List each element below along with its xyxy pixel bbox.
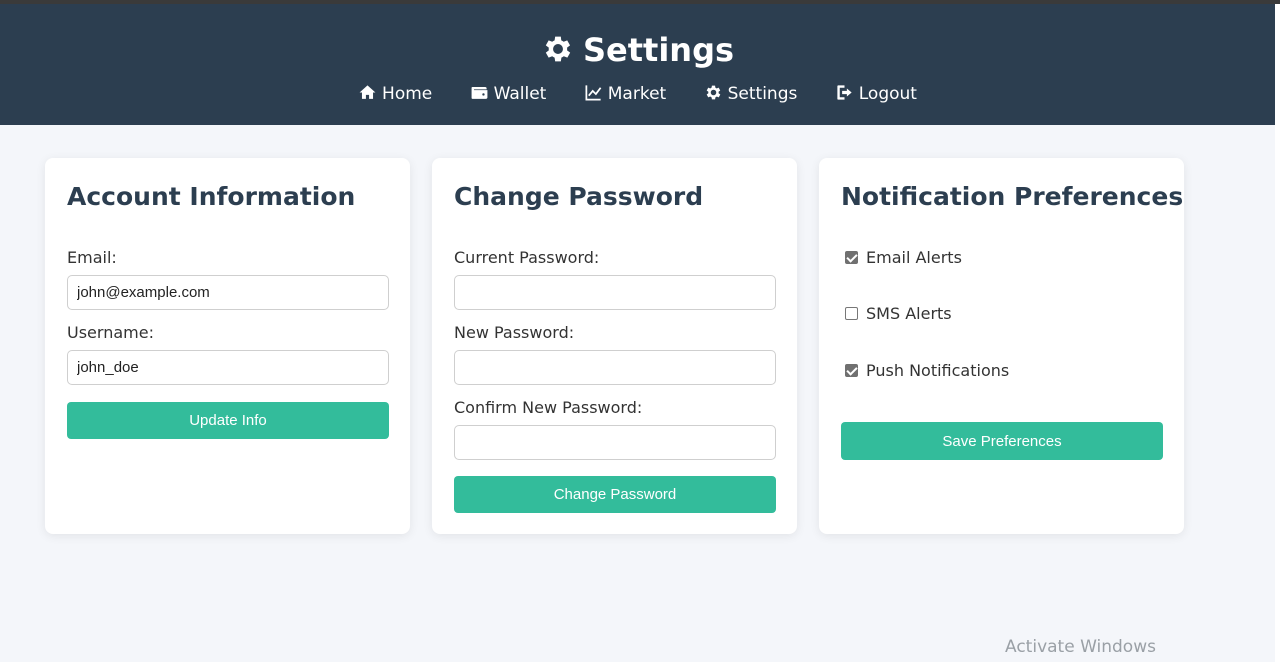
gear-icon <box>706 85 720 100</box>
wallet-icon <box>471 86 488 99</box>
home-icon <box>359 85 376 99</box>
nav-item-label: Logout <box>858 84 917 104</box>
push-notifications-checkbox[interactable] <box>845 364 858 377</box>
logout-icon <box>837 85 852 100</box>
nav-item-label: Market <box>607 84 667 104</box>
nav-item-label: Wallet <box>493 84 547 104</box>
nav-item-logout[interactable]: Logout <box>835 82 917 106</box>
notification-preferences-card: Notification Preferences Email Alerts SM… <box>819 158 1184 534</box>
confirm-password-label: Confirm New Password: <box>454 398 643 417</box>
account-info-card: Account Information Email: Username: Upd… <box>45 158 410 534</box>
nav-item-settings[interactable]: Settings <box>704 82 798 106</box>
username-field[interactable] <box>67 350 389 385</box>
save-preferences-button[interactable]: Save Preferences <box>841 422 1163 460</box>
page-title: Settings <box>0 30 1275 70</box>
chart-line-icon <box>585 85 602 101</box>
username-label: Username: <box>67 323 154 342</box>
email-alerts-checkbox[interactable] <box>845 251 858 264</box>
email-alerts-label: Email Alerts <box>866 248 962 267</box>
current-password-label: Current Password: <box>454 248 600 267</box>
nav-item-wallet[interactable]: Wallet <box>470 82 547 106</box>
push-notifications-option[interactable]: Push Notifications <box>845 361 1009 380</box>
account-info-title: Account Information <box>67 182 356 211</box>
confirm-password-field[interactable] <box>454 425 776 460</box>
nav-item-label: Settings <box>727 84 798 104</box>
scrollbar-track[interactable] <box>1275 4 1280 662</box>
nav-item-market[interactable]: Market <box>584 82 666 106</box>
email-alerts-option[interactable]: Email Alerts <box>845 248 962 267</box>
main-nav: Home Wallet Market Settings Logout <box>0 82 1275 106</box>
new-password-field[interactable] <box>454 350 776 385</box>
update-info-button[interactable]: Update Info <box>67 402 389 439</box>
email-field[interactable] <box>67 275 389 310</box>
sms-alerts-option[interactable]: SMS Alerts <box>845 304 952 323</box>
page-title-text: Settings <box>582 31 735 69</box>
push-notifications-label: Push Notifications <box>866 361 1010 380</box>
change-password-card: Change Password Current Password: New Pa… <box>432 158 797 534</box>
change-password-title: Change Password <box>454 182 704 211</box>
email-label: Email: <box>67 248 117 267</box>
change-password-button[interactable]: Change Password <box>454 476 776 513</box>
notification-preferences-title: Notification Preferences <box>841 182 1184 211</box>
activate-windows-watermark: Activate Windows <box>1005 637 1156 657</box>
nav-item-label: Home <box>382 84 433 104</box>
new-password-label: New Password: <box>454 323 575 342</box>
nav-item-home[interactable]: Home <box>358 82 432 106</box>
sms-alerts-checkbox[interactable] <box>845 307 858 320</box>
gear-icon <box>545 36 571 62</box>
sms-alerts-label: SMS Alerts <box>866 304 952 323</box>
current-password-field[interactable] <box>454 275 776 310</box>
page-header: Settings Home Wallet Market Settings Log… <box>0 4 1275 125</box>
